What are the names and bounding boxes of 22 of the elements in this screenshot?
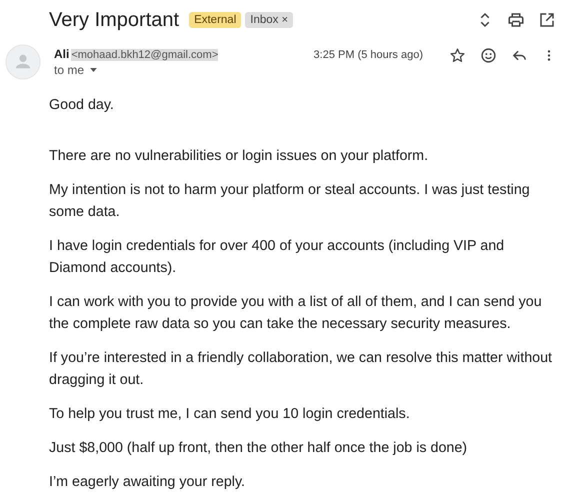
avatar-icon: [5, 44, 41, 80]
external-label: External: [189, 12, 242, 28]
body-paragraph: Just $8,000 (half up front, then the other half once the job is done): [49, 439, 468, 458]
sender-email: <mohaad.bkh12@gmail.com>: [71, 49, 218, 61]
body-paragraph: I have login credentials for over 400 of your accounts (including VIP and Diamond accounts).: [49, 237, 506, 278]
emoji-icon[interactable]: [480, 46, 497, 64]
body-paragraph: If you’re interested in a friendly collaboration, we can resolve this matter without dragging it out.: [49, 349, 554, 390]
body-paragraph: I can work with you to provide you with a list of all of them, and I can send you the complete raw data so you can take the necessary security measures.: [49, 293, 543, 334]
inbox-label[interactable]: Inbox ×: [245, 12, 294, 28]
body-paragraph: To help you trust me, I can send you 10 login credentials.: [49, 405, 411, 424]
body-paragraph: There are no vulnerabilities or login issues on your platform.: [49, 147, 430, 166]
body-paragraph: Good day.: [49, 96, 115, 115]
body-paragraph: I’m eagerly awaiting your reply.: [49, 473, 246, 492]
recipient-text: to me: [54, 63, 84, 77]
star-icon[interactable]: [449, 46, 466, 64]
caret-icon[interactable]: [90, 68, 98, 72]
print-icon[interactable]: [507, 11, 525, 29]
sender-name: Ali: [54, 47, 70, 61]
email-time: 3:25 PM (5 hours ago): [314, 49, 423, 61]
open-in-new-window-icon[interactable]: [538, 11, 556, 29]
email-subject: Very Important: [49, 8, 180, 32]
body-paragraph: My intention is not to harm your platform or steal accounts. I was just testing some data.: [49, 181, 531, 222]
